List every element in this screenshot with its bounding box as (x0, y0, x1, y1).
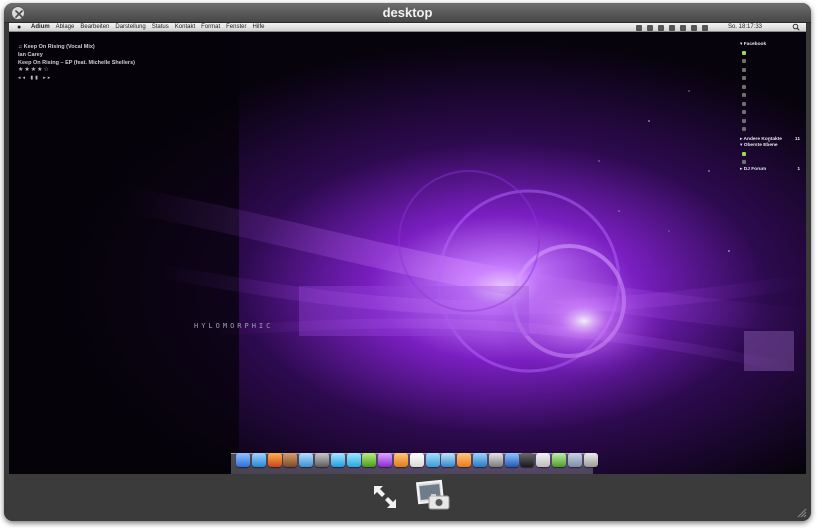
time-machine-icon[interactable] (488, 453, 503, 467)
rating-stars[interactable]: ★★★★☆ (18, 67, 135, 75)
trash-icon[interactable] (583, 453, 598, 467)
adium-contact-list: ▾ Facebook ▸ Andere Kontakte 11 ▾ Oberst… (740, 42, 802, 173)
pages-icon[interactable] (393, 453, 408, 467)
menu-items: Adium Ablage Bearbeiten Darstellung Stat… (31, 23, 265, 32)
downloads-icon[interactable] (551, 453, 566, 467)
torrent-icon[interactable] (378, 453, 393, 467)
now-playing-artist: Ian Carey (18, 51, 43, 58)
contact-item[interactable] (740, 49, 802, 58)
firefox-icon[interactable] (267, 453, 282, 467)
resize-grip-icon[interactable] (797, 508, 807, 518)
quicklook-toolbar (4, 474, 811, 521)
contact-item[interactable] (740, 150, 802, 159)
tray-icon (680, 24, 686, 31)
calendar-icon[interactable] (409, 453, 424, 467)
menu-status: Status (151, 24, 169, 30)
contact-item[interactable] (740, 66, 802, 75)
now-playing-song: ♫ Keep On Rising (Vocal Mix) (18, 44, 95, 50)
tray-icon (658, 24, 664, 31)
chat-icon[interactable] (346, 453, 361, 467)
itunes-widget: ♫ Keep On Rising (Vocal Mix) Ian Carey K… (18, 44, 135, 83)
contact-item[interactable] (740, 158, 802, 167)
menu-bearbeiten: Bearbeiten (80, 24, 110, 30)
group-count: 1 (797, 166, 800, 172)
photo-app-icon[interactable] (283, 453, 298, 467)
group-label: ▸ DJ Forum (740, 166, 767, 172)
menu-format: Format (201, 24, 221, 30)
wallpaper-brand-text: HYLOMORPHIC (194, 322, 273, 330)
itunes-icon[interactable] (441, 453, 456, 467)
settings-icon[interactable] (314, 453, 329, 467)
contact-item[interactable] (740, 100, 802, 109)
finder-icon[interactable] (236, 453, 250, 467)
spotlight-icon (792, 23, 800, 31)
apple-icon: ● (17, 24, 22, 31)
safari-icon[interactable] (251, 453, 266, 467)
quicktime-icon[interactable] (520, 453, 535, 467)
app-store-icon[interactable] (504, 453, 519, 467)
add-to-iphoto-icon[interactable] (415, 479, 453, 513)
skype-icon[interactable] (330, 453, 345, 467)
menu-kontakt: Kontakt (174, 24, 196, 30)
tray-icon (691, 24, 697, 31)
twitter-icon[interactable] (425, 453, 440, 467)
contact-item[interactable] (740, 125, 802, 134)
mail-icon[interactable] (299, 453, 314, 467)
status-tray (636, 23, 708, 31)
folder-icon[interactable] (567, 453, 582, 467)
vlc-icon[interactable] (457, 453, 472, 467)
tray-icon (702, 24, 708, 31)
menu-darstellung: Darstellung (115, 24, 146, 30)
playback-controls[interactable]: ◂◂ ▮▮ ▸▸ (18, 75, 135, 83)
wallpaper-image: HYLOMORPHIC (9, 31, 806, 474)
group-label: ▸ Andere Kontakte (740, 136, 782, 142)
menubar-clock: So. 18:17:33 (727, 24, 762, 30)
quicklook-panel: desktop HYLOMORPHIC ● Adium Ablage Bearb… (4, 3, 811, 521)
fullscreen-arrows-icon[interactable] (368, 482, 402, 512)
contact-item[interactable] (740, 83, 802, 92)
title-bar[interactable]: desktop (4, 3, 811, 23)
group-dj-forum[interactable]: ▸ DJ Forum 1 (740, 167, 802, 174)
mac-menu-bar: ● Adium Ablage Bearbeiten Darstellung St… (9, 23, 806, 32)
contact-item[interactable] (740, 57, 802, 66)
menu-ablage: Ablage (55, 24, 75, 30)
menu-hilfe: Hilfe (252, 24, 265, 30)
adium-icon[interactable] (362, 453, 377, 467)
window-title: desktop (382, 5, 433, 20)
contact-item[interactable] (740, 117, 802, 126)
tray-icon (636, 24, 642, 31)
contact-item[interactable] (740, 91, 802, 100)
tray-icon (669, 24, 675, 31)
contact-item[interactable] (740, 108, 802, 117)
screenshot-preview: HYLOMORPHIC ● Adium Ablage Bearbeiten Da… (9, 23, 806, 474)
contact-item[interactable] (740, 74, 802, 83)
menu-adium: Adium (31, 24, 50, 30)
dvd-icon[interactable] (472, 453, 487, 467)
tray-icon (647, 24, 653, 31)
document-icon[interactable] (536, 453, 551, 467)
dock-icons (236, 453, 598, 467)
menu-fenster: Fenster (226, 24, 247, 30)
